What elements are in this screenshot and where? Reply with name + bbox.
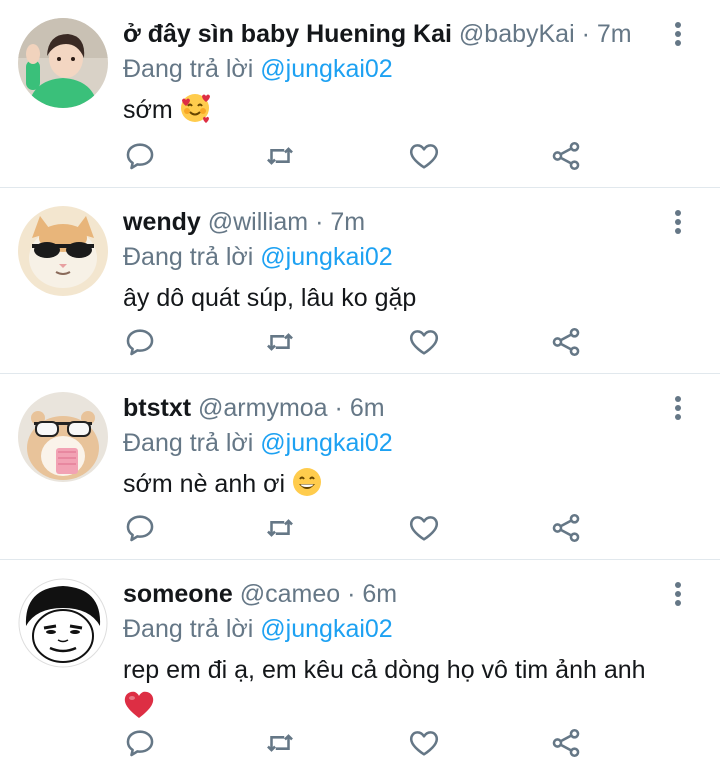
timestamp[interactable]: 7m xyxy=(597,20,632,48)
tweet-text-content: sớm nè anh ơi xyxy=(123,470,286,498)
tweet-text: sớm nè anh ơi xyxy=(123,466,660,508)
retweet-icon[interactable] xyxy=(263,511,297,545)
tweet-body: btstxt @armymoa · 6m Đang trả lời @jungk… xyxy=(123,390,660,508)
more-options-icon[interactable] xyxy=(668,582,688,612)
tweet[interactable]: ở đây sìn baby Huening Kai @babyKai · 7m… xyxy=(0,0,720,188)
user-handle[interactable]: @william xyxy=(208,208,308,236)
separator-dot: · xyxy=(315,208,324,236)
more-options-icon[interactable] xyxy=(668,396,688,426)
tweet-text-content: rep em đi ạ, em kêu cả dòng họ vô tim ản… xyxy=(123,656,646,684)
display-name[interactable]: btstxt xyxy=(123,394,191,422)
retweet-icon[interactable] xyxy=(263,139,297,173)
tweet-text-content: ây dô quát súp, lâu ko gặp xyxy=(123,284,417,312)
replying-to: Đang trả lời @jungkai02 xyxy=(123,426,660,460)
separator-dot: · xyxy=(581,20,590,48)
tweet[interactable]: someone @cameo · 6m Đang trả lời @jungka… xyxy=(0,560,720,774)
tweet[interactable]: wendy @william · 7m Đang trả lời @jungka… xyxy=(0,188,720,374)
replying-to-label: Đang trả lời xyxy=(123,429,254,457)
share-icon[interactable] xyxy=(549,726,583,760)
replying-to-label: Đang trả lời xyxy=(123,615,254,643)
tweet-body: ở đây sìn baby Huening Kai @babyKai · 7m… xyxy=(123,16,660,134)
like-heart-icon[interactable] xyxy=(407,726,441,760)
like-heart-icon[interactable] xyxy=(407,511,441,545)
reply-icon[interactable] xyxy=(123,139,157,173)
tweet-header: btstxt @armymoa · 6m xyxy=(123,390,660,426)
display-name[interactable]: ở đây sìn baby Huening Kai xyxy=(123,20,452,48)
mention-link[interactable]: @jungkai02 xyxy=(260,429,392,457)
avatar[interactable] xyxy=(18,206,108,296)
tweet[interactable]: btstxt @armymoa · 6m Đang trả lời @jungk… xyxy=(0,374,720,560)
user-handle[interactable]: @armymoa xyxy=(198,394,328,422)
more-options-icon[interactable] xyxy=(668,22,688,52)
reply-feed: ở đây sìn baby Huening Kai @babyKai · 7m… xyxy=(0,0,720,774)
mention-link[interactable]: @jungkai02 xyxy=(260,55,392,83)
mention-link[interactable]: @jungkai02 xyxy=(260,615,392,643)
tweet-body: wendy @william · 7m Đang trả lời @jungka… xyxy=(123,204,660,316)
tweet-body: someone @cameo · 6m Đang trả lời @jungka… xyxy=(123,576,660,730)
tweet-header: ở đây sìn baby Huening Kai @babyKai · 7m xyxy=(123,16,660,52)
mention-link[interactable]: @jungkai02 xyxy=(260,243,392,271)
reply-icon[interactable] xyxy=(123,511,157,545)
smiling-face-with-hearts-icon xyxy=(179,92,211,134)
tweet-actions xyxy=(123,325,593,359)
retweet-icon[interactable] xyxy=(263,726,297,760)
reply-icon[interactable] xyxy=(123,325,157,359)
avatar[interactable] xyxy=(18,18,108,108)
tweet-text: ây dô quát súp, lâu ko gặp xyxy=(123,280,660,316)
user-handle[interactable]: @babyKai xyxy=(459,20,575,48)
tweet-actions xyxy=(123,511,593,545)
like-heart-icon[interactable] xyxy=(407,325,441,359)
tweet-text: rep em đi ạ, em kêu cả dòng họ vô tim ản… xyxy=(123,652,660,730)
replying-to: Đang trả lời @jungkai02 xyxy=(123,612,660,646)
more-options-icon[interactable] xyxy=(668,210,688,240)
reply-icon[interactable] xyxy=(123,726,157,760)
tweet-text: sớm xyxy=(123,92,660,134)
display-name[interactable]: wendy xyxy=(123,208,201,236)
tweet-actions xyxy=(123,139,593,173)
separator-dot: · xyxy=(334,394,343,422)
replying-to: Đang trả lời @jungkai02 xyxy=(123,52,660,86)
red-heart-icon xyxy=(123,690,155,730)
avatar[interactable] xyxy=(18,392,108,482)
grinning-face-icon xyxy=(291,466,323,508)
timestamp[interactable]: 6m xyxy=(362,580,397,608)
share-icon[interactable] xyxy=(549,325,583,359)
share-icon[interactable] xyxy=(549,511,583,545)
replying-to: Đang trả lời @jungkai02 xyxy=(123,240,660,274)
display-name[interactable]: someone xyxy=(123,580,233,608)
like-heart-icon[interactable] xyxy=(407,139,441,173)
share-icon[interactable] xyxy=(549,139,583,173)
timestamp[interactable]: 7m xyxy=(330,208,365,236)
tweet-header: someone @cameo · 6m xyxy=(123,576,660,612)
timestamp[interactable]: 6m xyxy=(350,394,385,422)
tweet-actions xyxy=(123,726,593,760)
user-handle[interactable]: @cameo xyxy=(240,580,340,608)
retweet-icon[interactable] xyxy=(263,325,297,359)
separator-dot: · xyxy=(347,580,356,608)
avatar[interactable] xyxy=(18,578,108,668)
tweet-text-content: sớm xyxy=(123,96,173,124)
replying-to-label: Đang trả lời xyxy=(123,55,254,83)
tweet-header: wendy @william · 7m xyxy=(123,204,660,240)
replying-to-label: Đang trả lời xyxy=(123,243,254,271)
